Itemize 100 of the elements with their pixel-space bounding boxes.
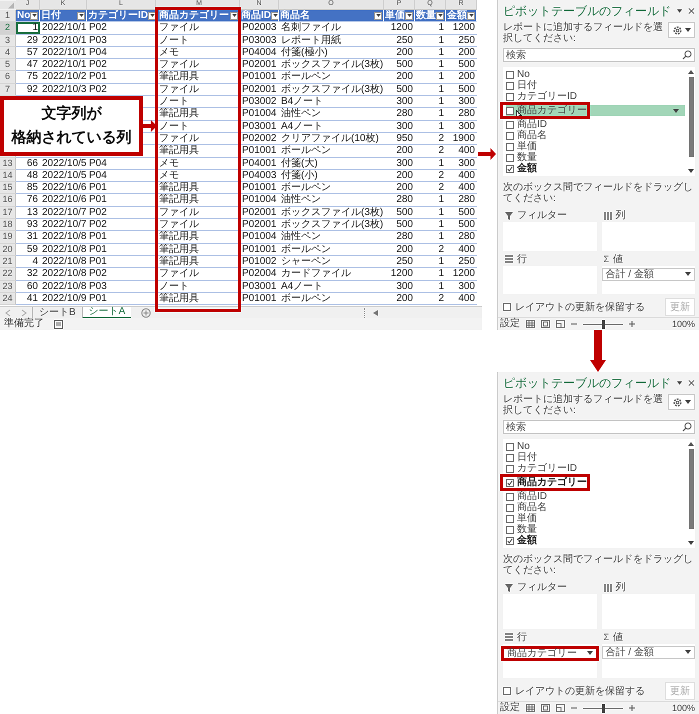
filter-button[interactable] <box>271 12 278 20</box>
search-field[interactable]: 検索 <box>503 420 695 434</box>
table-cell[interactable]: 1 <box>415 268 446 281</box>
zoom-level[interactable]: 100% <box>672 319 695 329</box>
checkbox[interactable] <box>506 492 514 500</box>
field-item[interactable]: 日付 <box>506 452 537 463</box>
table-cell[interactable]: P01 <box>87 231 156 244</box>
table-cell[interactable]: 2022/10/7 <box>40 206 87 220</box>
field-item[interactable]: 日付 <box>506 80 537 91</box>
table-cell[interactable]: メモ <box>156 170 240 182</box>
row-number[interactable]: 7 <box>0 84 16 96</box>
table-cell[interactable]: 1 <box>415 71 446 84</box>
field-item[interactable]: No <box>506 69 530 80</box>
checkbox[interactable] <box>506 536 514 544</box>
table-cell[interactable]: 油性ペン <box>279 108 384 121</box>
table-cell[interactable]: ファイル <box>156 206 240 220</box>
table-cell[interactable]: 29 <box>16 34 40 47</box>
checkbox[interactable] <box>506 514 514 522</box>
table-cell[interactable]: 付箋(小) <box>279 170 384 182</box>
table-cell[interactable]: 200 <box>384 170 415 182</box>
table-cell[interactable]: 2 <box>415 170 446 182</box>
table-cell[interactable]: P03 <box>87 34 156 47</box>
table-cell[interactable]: カードファイル <box>279 268 384 281</box>
table-cell[interactable]: 31 <box>16 231 40 244</box>
table-cell[interactable]: P01 <box>87 194 156 207</box>
field-item[interactable]: カテゴリーID <box>506 91 577 102</box>
table-cell[interactable]: 250 <box>446 34 477 47</box>
table-cell[interactable]: P04 <box>87 46 156 60</box>
field-dropdown[interactable]: 合計 / 金額 <box>602 646 695 658</box>
table-cell[interactable]: メモ <box>156 46 240 60</box>
table-cell[interactable]: 200 <box>384 71 415 84</box>
field-item[interactable]: 金額 <box>506 163 537 174</box>
table-cell[interactable]: P03002 <box>240 96 279 108</box>
row-number[interactable]: 1 <box>0 10 16 22</box>
scroll-up-icon[interactable] <box>688 70 694 74</box>
table-cell[interactable]: 2022/10/8 <box>40 231 87 244</box>
field-item[interactable]: カテゴリーID <box>506 463 577 474</box>
row-number[interactable]: 21 <box>0 256 16 268</box>
table-cell[interactable]: 250 <box>384 34 415 47</box>
table-cell[interactable]: 2022/10/8 <box>40 268 87 281</box>
row-number[interactable]: 5 <box>0 59 16 72</box>
table-cell[interactable]: 280 <box>384 108 415 121</box>
table-cell[interactable]: 250 <box>446 256 477 268</box>
table-cell[interactable]: 300 <box>384 158 415 170</box>
table-cell[interactable]: 200 <box>384 292 415 306</box>
row-number[interactable]: 4 <box>0 46 16 60</box>
table-cell[interactable]: 200 <box>384 244 415 256</box>
row-number[interactable]: 20 <box>0 244 16 256</box>
page-break-icon[interactable] <box>556 320 565 328</box>
page-layout-icon[interactable] <box>541 320 550 328</box>
table-cell[interactable]: 1200 <box>446 268 477 281</box>
checkbox[interactable] <box>506 464 514 472</box>
table-cell[interactable]: P01004 <box>240 231 279 244</box>
table-cell[interactable]: 500 <box>446 206 477 220</box>
field-item[interactable]: 数量 <box>506 152 537 163</box>
table-cell[interactable]: ボックスファイル(3枚) <box>279 219 384 232</box>
field-item[interactable]: 数量 <box>506 524 537 535</box>
table-cell[interactable]: ボールペン <box>279 292 384 306</box>
table-cell[interactable]: 500 <box>384 219 415 232</box>
table-cell[interactable]: 1200 <box>446 22 477 35</box>
table-cell[interactable]: 筆記用具 <box>156 145 240 158</box>
table-cell[interactable]: P01 <box>87 244 156 256</box>
field-dropdown[interactable]: 合計 / 金額 <box>602 268 695 280</box>
table-cell[interactable]: P02001 <box>240 219 279 232</box>
scroll-thumb[interactable] <box>688 77 694 157</box>
field-item[interactable]: 商品名 <box>506 130 547 141</box>
close-icon[interactable] <box>688 7 695 15</box>
filter-button[interactable] <box>467 12 475 20</box>
table-cell[interactable]: ノート <box>156 34 240 47</box>
checkbox[interactable] <box>506 70 514 78</box>
table-cell[interactable]: 1 <box>415 280 446 293</box>
table-cell[interactable]: 2 <box>415 182 446 194</box>
field-item[interactable]: 単価 <box>506 141 537 152</box>
checkbox[interactable] <box>506 478 514 486</box>
table-cell[interactable]: A4ノート <box>279 280 384 293</box>
table-cell[interactable]: 1 <box>415 59 446 72</box>
filter-button[interactable] <box>30 12 38 20</box>
checkbox[interactable] <box>506 92 514 100</box>
table-cell[interactable]: P03003 <box>240 34 279 47</box>
table-cell[interactable]: P04001 <box>240 158 279 170</box>
table-cell[interactable]: P01002 <box>240 256 279 268</box>
checkbox[interactable] <box>506 154 514 162</box>
table-cell[interactable]: メモ <box>156 158 240 170</box>
table-cell[interactable]: P04004 <box>240 46 279 60</box>
table-cell[interactable]: B4ノート <box>279 96 384 108</box>
checkbox[interactable] <box>506 526 514 534</box>
table-cell[interactable]: 1 <box>415 158 446 170</box>
table-cell[interactable]: 1 <box>415 256 446 268</box>
table-cell[interactable]: 60 <box>16 280 40 293</box>
vertical-scrollbar[interactable] <box>687 441 695 546</box>
row-number[interactable]: 18 <box>0 219 16 232</box>
normal-view-icon[interactable] <box>526 320 535 328</box>
table-cell[interactable]: 1 <box>415 120 446 133</box>
table-cell[interactable]: 400 <box>446 145 477 158</box>
row-number[interactable]: 3 <box>0 34 16 47</box>
table-cell[interactable]: 200 <box>446 46 477 60</box>
table-cell[interactable]: 油性ペン <box>279 231 384 244</box>
table-cell[interactable]: ファイル <box>156 219 240 232</box>
table-cell[interactable]: 2 <box>415 292 446 306</box>
table-cell[interactable]: 300 <box>446 280 477 293</box>
